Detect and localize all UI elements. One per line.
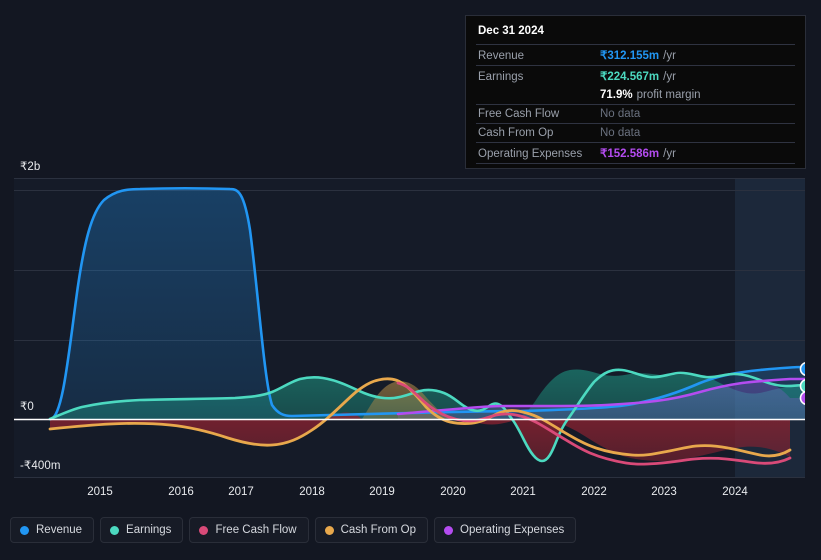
legend-label-free-cash-flow: Free Cash Flow	[215, 524, 297, 536]
tooltip-value-operating-expenses: ₹152.586m	[600, 148, 660, 160]
legend-dot-icon-free-cash-flow	[199, 525, 209, 535]
tooltip-row-cash-from-op: Cash From Op No data	[476, 123, 795, 142]
x-tick-label: 2023	[651, 486, 677, 498]
x-tick-label: 2020	[440, 486, 466, 498]
tooltip-row-profit-margin: 71.9% profit margin	[476, 86, 795, 104]
legend-item-revenue[interactable]: Revenue	[10, 517, 95, 543]
tooltip-value-profit-margin: 71.9%	[600, 89, 633, 101]
tooltip-label-profit-margin: profit margin	[636, 89, 701, 101]
tooltip-row-earnings: Earnings ₹224.567m /yr	[476, 65, 795, 86]
x-tick-label: 2021	[510, 486, 536, 498]
tooltip-label-free-cash-flow: Free Cash Flow	[478, 108, 560, 120]
legend-dot-icon-earnings	[110, 525, 120, 535]
legend-item-operating-expenses[interactable]: Operating Expenses	[434, 517, 577, 543]
y-tick-label-zero: ₹0	[20, 401, 34, 413]
legend-item-earnings[interactable]: Earnings	[100, 517, 184, 543]
tooltip-row-free-cash-flow: Free Cash Flow No data	[476, 104, 795, 123]
chart-legend: Revenue Earnings Free Cash Flow Cash Fro…	[10, 517, 577, 543]
x-tick-label: 2017	[228, 486, 254, 498]
legend-dot-icon-operating-expenses	[444, 525, 454, 535]
legend-item-cash-from-op[interactable]: Cash From Op	[314, 517, 429, 543]
tooltip-unit-earnings: /yr	[663, 71, 676, 83]
tooltip-label-revenue: Revenue	[478, 50, 525, 62]
x-tick-label: 2024	[722, 486, 748, 498]
legend-label-operating-expenses: Operating Expenses	[460, 524, 565, 536]
tooltip-unit-operating-expenses: /yr	[663, 148, 676, 160]
legend-item-free-cash-flow[interactable]: Free Cash Flow	[189, 517, 309, 543]
x-tick-label: 2015	[87, 486, 113, 498]
legend-dot-icon-revenue	[20, 525, 29, 535]
tooltip-value-free-cash-flow: No data	[600, 108, 641, 120]
legend-label-earnings: Earnings	[126, 524, 172, 536]
legend-label-cash-from-op: Cash From Op	[340, 524, 417, 536]
tooltip-row-operating-expenses: Operating Expenses ₹152.586m /yr	[476, 142, 795, 163]
tooltip-label-operating-expenses: Operating Expenses	[478, 148, 583, 160]
y-tick-label-top: ₹2b	[20, 161, 41, 173]
tooltip-value-earnings: ₹224.567m	[600, 71, 660, 83]
x-tick-label: 2016	[168, 486, 194, 498]
chart-tooltip: Dec 31 2024 Revenue ₹312.155m /yr Earnin…	[465, 15, 806, 169]
x-tick-label: 2019	[369, 486, 395, 498]
x-tick-label: 2022	[581, 486, 607, 498]
tooltip-bottom-rule	[476, 163, 795, 164]
tooltip-date: Dec 31 2024	[478, 25, 544, 37]
x-tick-label: 2018	[299, 486, 325, 498]
y-tick-label-bottom: -₹400m	[20, 460, 61, 472]
tooltip-value-revenue: ₹312.155m	[600, 50, 660, 62]
revenue-endpoint-dot[interactable]	[799, 361, 814, 377]
earnings-endpoint-dot[interactable]	[799, 378, 814, 394]
tooltip-label-earnings: Earnings	[478, 71, 524, 83]
tooltip-unit-revenue: /yr	[663, 50, 676, 62]
tooltip-value-cash-from-op: No data	[600, 127, 641, 139]
tooltip-label-cash-from-op: Cash From Op	[478, 127, 554, 139]
x-axis-labels: 2015 2016 2017 2018 2019 2020 2021 2022 …	[87, 486, 748, 498]
operating-expenses-endpoint-dot[interactable]	[799, 390, 814, 406]
legend-label-revenue: Revenue	[36, 524, 83, 536]
tooltip-row-revenue: Revenue ₹312.155m /yr	[476, 44, 795, 65]
chart-page: 2015 2016 2017 2018 2019 2020 2021 2022 …	[0, 0, 821, 560]
legend-dot-icon-cash-from-op	[324, 525, 334, 535]
